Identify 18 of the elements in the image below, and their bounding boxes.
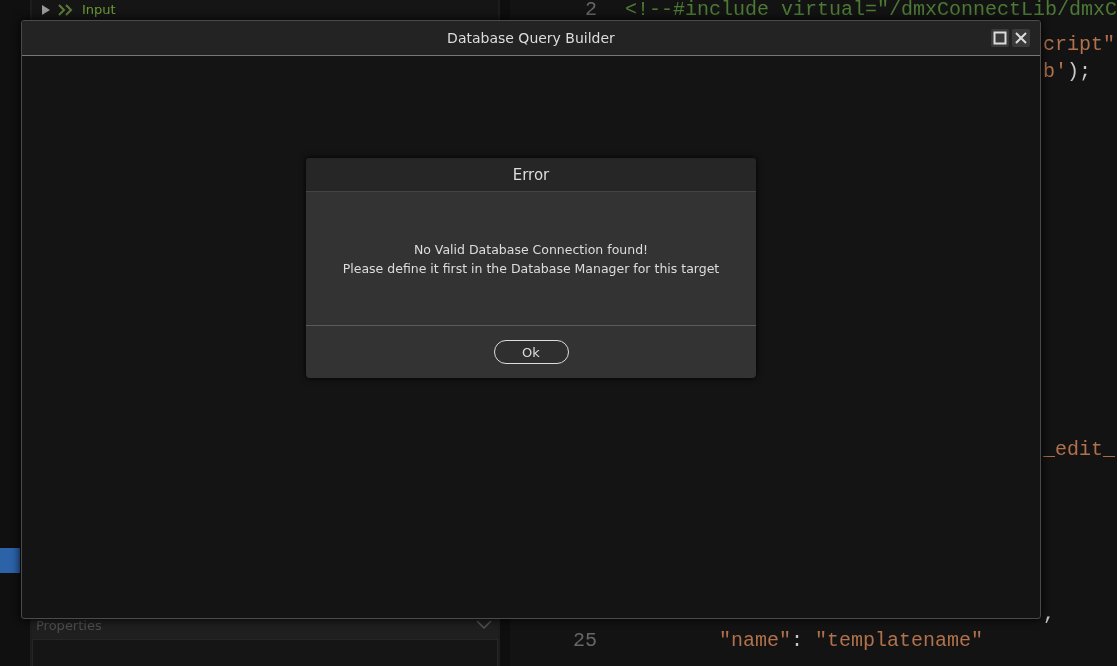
code-line: , (1042, 601, 1055, 627)
dialog-title: Error (512, 165, 550, 184)
code-line: b'); (1042, 59, 1091, 85)
maximize-button[interactable] (991, 29, 1009, 47)
line-number: 2 (583, 0, 597, 19)
error-message: Please define it first in the Database Manager for this target (342, 259, 720, 278)
expand-caret-icon[interactable] (42, 4, 50, 15)
code-line: _edit_ (1042, 437, 1115, 463)
code-line: cript" (1042, 32, 1115, 58)
line-number: 25 (571, 628, 597, 654)
double-chevron-icon (58, 3, 74, 16)
close-button[interactable] (1012, 29, 1030, 47)
error-message: No Valid Database Connection found! (413, 240, 649, 259)
code-line: "name": "templatename" (718, 628, 983, 654)
code-line: <!--#include virtual="/dmxConnectLib/dmxC (624, 0, 1117, 19)
window-title: Database Query Builder (447, 30, 615, 46)
ok-button[interactable]: Ok (493, 340, 569, 364)
tree-item[interactable]: Input (82, 2, 116, 17)
